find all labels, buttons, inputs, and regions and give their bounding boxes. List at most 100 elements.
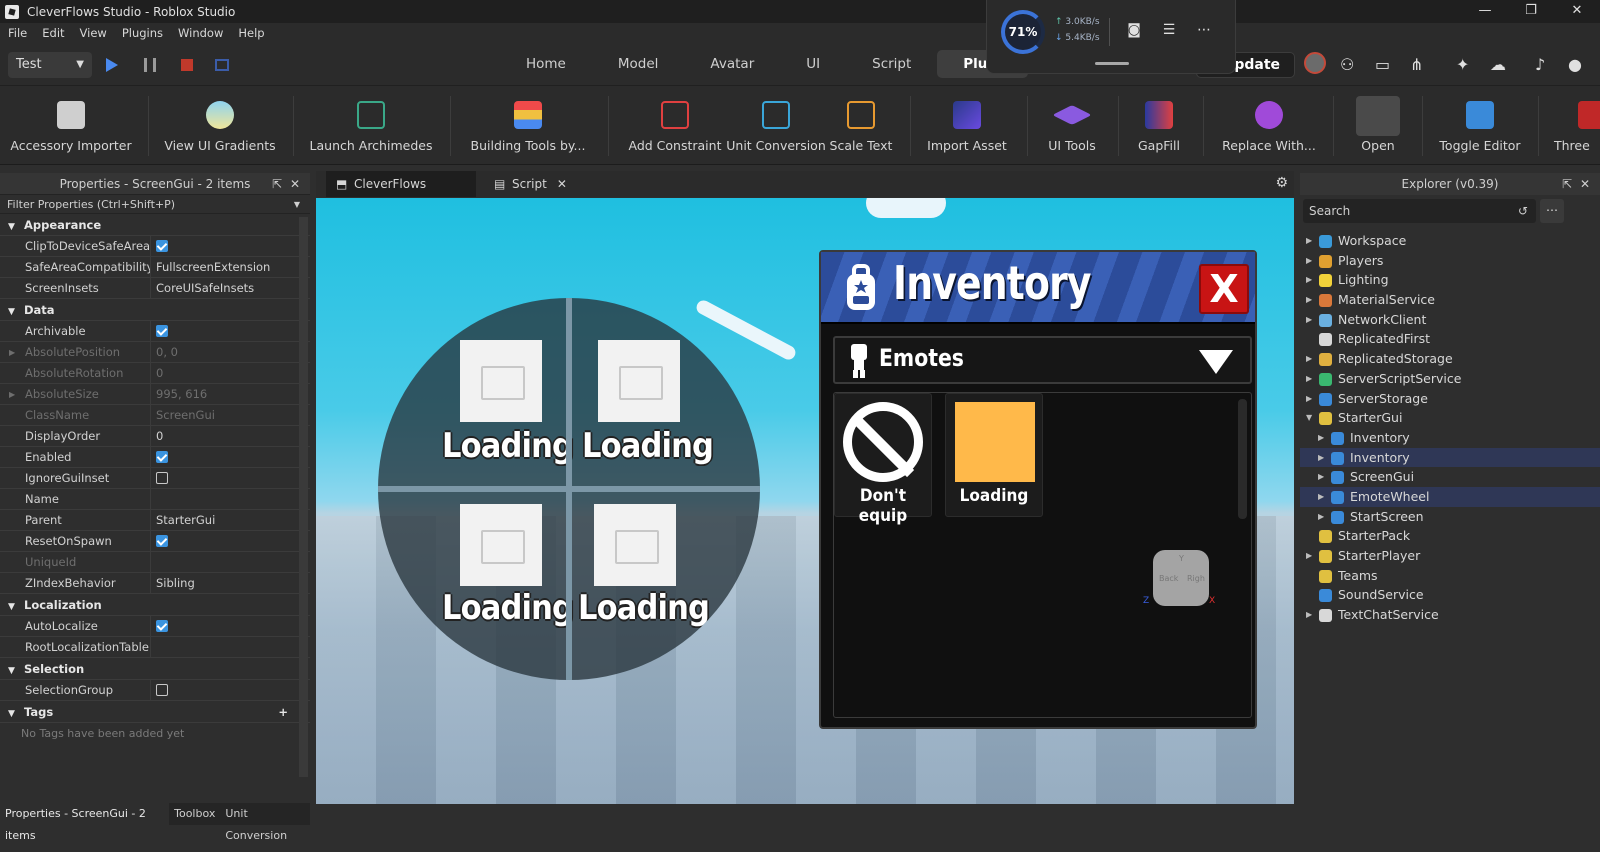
profile-avatar[interactable] (1304, 52, 1326, 74)
checkbox-checked[interactable] (156, 451, 168, 463)
chevron-right-icon[interactable]: ▶ (1318, 467, 1324, 487)
open-figma-button[interactable]: Open (1345, 86, 1411, 165)
tree-item[interactable]: ▶ ServerStorage (1300, 389, 1600, 409)
add-tag-icon[interactable]: + (278, 701, 288, 723)
account-icon[interactable]: ● (1568, 55, 1582, 74)
chevron-right-icon[interactable]: ▶ (1306, 349, 1312, 369)
property-row[interactable]: SafeAreaCompatibility FullscreenExtension (0, 257, 310, 278)
accessory-importer-button[interactable]: Accessory Importer (6, 86, 136, 165)
close-icon[interactable]: ✕ (1580, 173, 1590, 195)
tab-properties[interactable]: Properties - ScreenGui - 2 items (0, 803, 170, 842)
menu-help[interactable]: Help (238, 26, 264, 40)
property-row[interactable]: AbsoluteRotation 0 (0, 363, 310, 384)
section-data[interactable]: ▼ Data (0, 299, 310, 321)
tree-item[interactable]: ReplicatedFirst (1300, 329, 1600, 349)
cloud-icon[interactable]: ☁ (1490, 55, 1506, 74)
view-cube-gizmo[interactable]: Back Righ Y Z X (1143, 550, 1215, 608)
chevron-right-icon[interactable]: ▶ (1306, 270, 1312, 290)
property-row[interactable]: UniqueId (0, 552, 310, 573)
assistant-icon[interactable]: ✦ (1456, 55, 1469, 74)
minimize-icon[interactable]: — (1462, 0, 1508, 23)
checkbox-checked[interactable] (156, 240, 168, 252)
wheel-slot-4[interactable]: Loading (572, 492, 758, 678)
menu-window[interactable]: Window (178, 26, 223, 40)
menu-view[interactable]: View (80, 26, 107, 40)
game-viewport[interactable]: Loading Loading Loading Loading Inventor… (316, 198, 1294, 804)
more-icon[interactable]: ⋯ (1195, 22, 1213, 38)
tab-place[interactable]: ⬒ CleverFlows Studio✕ (326, 171, 476, 217)
tree-item[interactable]: ▶ Inventory (1300, 428, 1600, 448)
view-ui-gradients-button[interactable]: View UI Gradients (158, 86, 282, 165)
chevron-right-icon[interactable]: ▶ (1318, 487, 1324, 507)
tree-item[interactable]: ▶ ReplicatedStorage (1300, 349, 1600, 369)
tree-item[interactable]: ▶ MaterialService (1300, 290, 1600, 310)
tab-avatar[interactable]: Avatar (684, 50, 780, 78)
unit-conversion-button[interactable]: Unit Conversion (726, 86, 826, 165)
tree-item[interactable]: Teams (1300, 566, 1600, 586)
ui-tools-button[interactable]: UI Tools (1037, 86, 1107, 165)
checkbox-checked[interactable] (156, 325, 168, 337)
property-row[interactable]: RootLocalizationTable (0, 637, 310, 658)
property-row[interactable]: DisplayOrder 0 (0, 426, 310, 447)
tree-item[interactable]: ▶ Lighting (1300, 270, 1600, 290)
tree-item[interactable]: ▶ ScreenGui (1300, 467, 1600, 487)
tree-item[interactable]: ▶ StartScreen (1300, 507, 1600, 527)
checkbox-unchecked[interactable] (156, 684, 168, 696)
chevron-right-icon[interactable]: ▶ (1306, 251, 1312, 271)
tab-home[interactable]: Home (500, 50, 592, 78)
menu-edit[interactable]: Edit (42, 26, 64, 40)
chevron-right-icon[interactable]: ▶ (1306, 605, 1312, 625)
undock-icon[interactable]: ⇱ (272, 173, 282, 195)
share-icon[interactable]: ⋔ (1410, 55, 1423, 74)
inventory-scrollbar[interactable] (1238, 399, 1247, 519)
property-row[interactable]: ClipToDeviceSafeArea (0, 236, 310, 257)
property-row[interactable]: ScreenInsets CoreUISafeInsets (0, 278, 310, 299)
chevron-right-icon[interactable]: ▶ (1306, 290, 1312, 310)
play-button[interactable] (106, 58, 118, 72)
chevron-down-icon[interactable]: ▼ (1306, 408, 1312, 428)
chevron-right-icon[interactable]: ▶ (1318, 448, 1324, 468)
property-row[interactable]: IgnoreGuiInset (0, 468, 310, 489)
maximize-icon[interactable]: ❐ (1508, 0, 1554, 23)
menu-file[interactable]: File (8, 26, 27, 40)
property-row[interactable]: ClassName ScreenGui (0, 405, 310, 426)
notes-icon[interactable]: ☰ (1160, 22, 1178, 38)
tree-item[interactable]: ▶ ServerScriptService (1300, 369, 1600, 389)
scale-text-button[interactable]: Scale Text (826, 86, 896, 165)
property-row[interactable]: Name (0, 489, 310, 510)
wheel-slot-3[interactable]: Loading (378, 492, 574, 678)
tree-item[interactable]: ▼ StarterGui (1300, 408, 1600, 428)
tree-item[interactable]: ▶ Inventory (1300, 447, 1600, 468)
building-tools-button[interactable]: Building Tools by... (460, 86, 596, 165)
checkbox-checked[interactable] (156, 620, 168, 632)
tree-item[interactable]: ▶ StarterPlayer (1300, 546, 1600, 566)
add-constraint-button[interactable]: Add Constraint (625, 86, 725, 165)
tab-toolbox[interactable]: Toolbox (169, 803, 220, 825)
tree-item[interactable]: StarterPack (1300, 526, 1600, 546)
add-friend-icon[interactable]: ⚇ (1340, 55, 1354, 74)
section-tags[interactable]: ▼ Tags + (0, 701, 310, 723)
pause-button[interactable] (144, 58, 156, 72)
history-icon[interactable]: ↺ (1518, 199, 1528, 223)
section-appearance[interactable]: ▼ Appearance (0, 214, 310, 236)
tree-item[interactable]: SoundService (1300, 585, 1600, 605)
gear-icon[interactable]: ⚙ (1275, 175, 1288, 191)
section-selection[interactable]: ▼ Selection (0, 658, 310, 680)
launch-archimedes-button[interactable]: Launch Archimedes (304, 86, 438, 165)
explorer-search-input[interactable]: Search ↺ (1303, 199, 1536, 223)
chevron-right-icon[interactable]: ▶ (1306, 389, 1312, 409)
tree-item[interactable]: ▶ EmoteWheel (1300, 486, 1600, 507)
wheel-slot-1[interactable]: Loading (378, 298, 574, 484)
close-icon[interactable]: ✕ (1554, 0, 1600, 23)
properties-scrollbar[interactable] (299, 217, 308, 777)
menu-plugins[interactable]: Plugins (122, 26, 163, 40)
chevron-right-icon[interactable]: ▶ (1306, 310, 1312, 330)
chevron-right-icon[interactable]: ▶ (1306, 231, 1312, 251)
three-button[interactable]: Three (1548, 86, 1600, 165)
tree-item[interactable]: ▶ TextChatService (1300, 605, 1600, 625)
device-emulator-button[interactable] (215, 59, 229, 71)
inventory-slot-dont-equip[interactable]: Don't equip (834, 393, 932, 526)
tab-ui[interactable]: UI (780, 50, 846, 78)
gapfill-button[interactable]: GapFill (1126, 86, 1192, 165)
property-row[interactable]: SelectionGroup (0, 680, 310, 701)
